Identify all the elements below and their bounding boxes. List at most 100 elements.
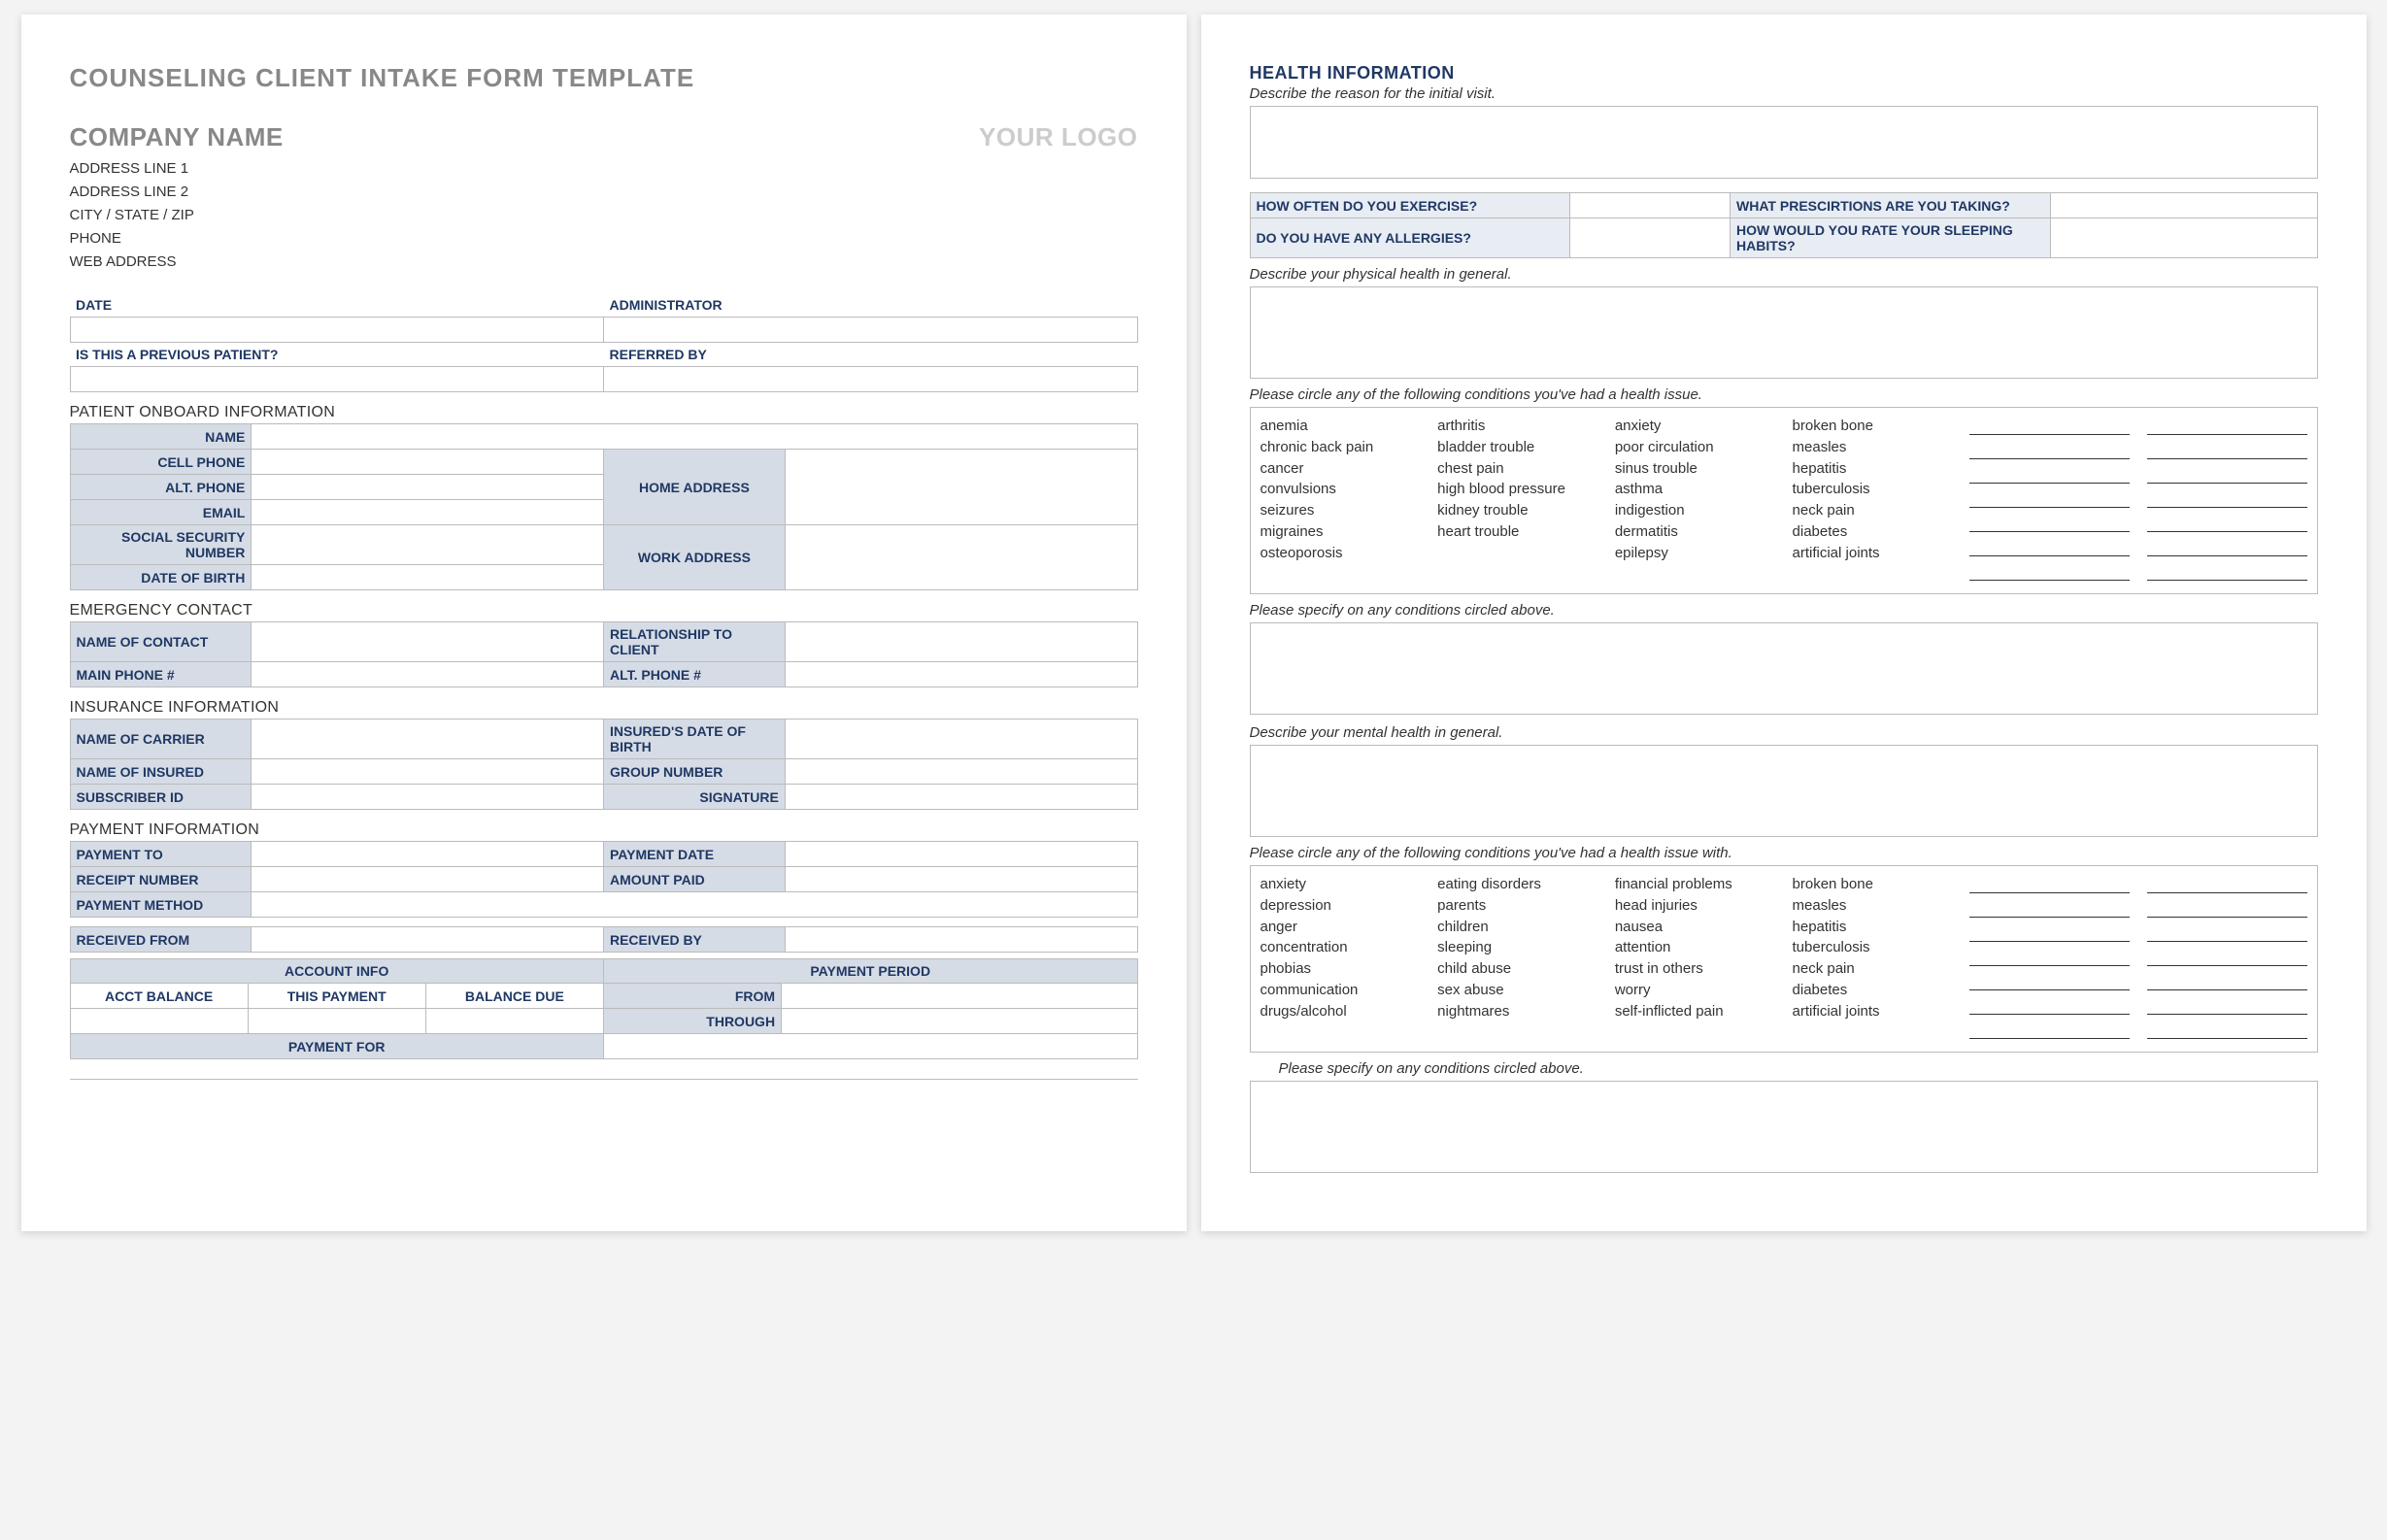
acct-info-label: ACCOUNT INFO bbox=[70, 959, 603, 984]
condition-item: dermatitis bbox=[1615, 521, 1775, 543]
dob-input[interactable] bbox=[252, 565, 604, 590]
condition-item: osteoporosis bbox=[1261, 543, 1421, 564]
pay-for-label: PAYMENT FOR bbox=[70, 1034, 603, 1059]
ment-desc-input[interactable] bbox=[1250, 745, 2318, 837]
home-addr-input[interactable] bbox=[785, 450, 1137, 525]
ins-sub-input[interactable] bbox=[252, 785, 604, 810]
ment-circle-label: Please circle any of the following condi… bbox=[1250, 845, 2318, 861]
condition-item: high blood pressure bbox=[1437, 479, 1597, 500]
ment-col-2: eating disordersparentschildrensleepingc… bbox=[1437, 874, 1597, 1044]
q-presc-label: WHAT PRESCIRTIONS ARE YOU TAKING? bbox=[1731, 193, 2051, 218]
receipt-label: RECEIPT NUMBER bbox=[70, 867, 252, 892]
work-addr-input[interactable] bbox=[785, 525, 1137, 590]
alt-input[interactable] bbox=[252, 475, 604, 500]
email-label: EMAIL bbox=[70, 500, 252, 525]
receipt-input[interactable] bbox=[252, 867, 604, 892]
ment-col-4: broken bonemeasleshepatitistuberculosisn… bbox=[1793, 874, 1953, 1044]
date-input[interactable] bbox=[70, 318, 604, 343]
em-main-input[interactable] bbox=[252, 662, 604, 687]
ment-blank-lines-1[interactable] bbox=[1969, 874, 2130, 1044]
condition-item: tuberculosis bbox=[1793, 479, 1953, 500]
prev-patient-input[interactable] bbox=[70, 367, 604, 392]
ssn-label: SOCIAL SECURITY NUMBER bbox=[70, 525, 252, 565]
q-exercise-input[interactable] bbox=[1570, 193, 1731, 218]
method-input[interactable] bbox=[252, 892, 1137, 918]
ment-conditions-box: anxietydepressionangerconcentrationphobi… bbox=[1250, 865, 2318, 1053]
condition-item: neck pain bbox=[1793, 500, 1953, 521]
ins-sig-input[interactable] bbox=[785, 785, 1137, 810]
recv-from-label: RECEIVED FROM bbox=[70, 927, 252, 953]
admin-label: ADMINISTRATOR bbox=[604, 293, 1138, 318]
q-allerg-input[interactable] bbox=[1570, 218, 1731, 258]
email-input[interactable] bbox=[252, 500, 604, 525]
ment-spec-input[interactable] bbox=[1250, 1081, 2318, 1173]
em-name-label: NAME OF CONTACT bbox=[70, 622, 252, 662]
ins-group-input[interactable] bbox=[785, 759, 1137, 785]
from-input[interactable] bbox=[782, 984, 1137, 1009]
em-alt-input[interactable] bbox=[785, 662, 1137, 687]
cell-input[interactable] bbox=[252, 450, 604, 475]
ment-blank-lines-2[interactable] bbox=[2147, 874, 2307, 1044]
condition-item: poor circulation bbox=[1615, 437, 1775, 458]
condition-item: chest pain bbox=[1437, 458, 1597, 480]
amount-input[interactable] bbox=[785, 867, 1137, 892]
referred-by-input[interactable] bbox=[604, 367, 1138, 392]
bal-due-input[interactable] bbox=[425, 1009, 603, 1034]
ins-insured-input[interactable] bbox=[252, 759, 604, 785]
condition-item: worry bbox=[1615, 980, 1775, 1001]
em-name-input[interactable] bbox=[252, 622, 604, 662]
q-sleep-input[interactable] bbox=[2050, 218, 2317, 258]
condition-item: nightmares bbox=[1437, 1001, 1597, 1022]
reason-input[interactable] bbox=[1250, 106, 2318, 179]
condition-item: heart trouble bbox=[1437, 521, 1597, 543]
condition-item: broken bone bbox=[1793, 416, 1953, 437]
admin-input[interactable] bbox=[604, 318, 1138, 343]
recv-by-input[interactable] bbox=[785, 927, 1137, 953]
em-rel-input[interactable] bbox=[785, 622, 1137, 662]
em-alt-label: ALT. PHONE # bbox=[603, 662, 785, 687]
condition-item: neck pain bbox=[1793, 958, 1953, 980]
pay-to-input[interactable] bbox=[252, 842, 604, 867]
through-input[interactable] bbox=[782, 1009, 1137, 1034]
phys-circle-label: Please circle any of the following condi… bbox=[1250, 386, 2318, 403]
condition-item: asthma bbox=[1615, 479, 1775, 500]
condition-item: drugs/alcohol bbox=[1261, 1001, 1421, 1022]
phys-col-4: broken bonemeasleshepatitistuberculosisn… bbox=[1793, 416, 1953, 586]
condition-item: measles bbox=[1793, 437, 1953, 458]
condition-item: diabetes bbox=[1793, 980, 1953, 1001]
pay-for-input[interactable] bbox=[603, 1034, 1137, 1059]
this-pay-input[interactable] bbox=[248, 1009, 425, 1034]
condition-item: anger bbox=[1261, 917, 1421, 938]
phys-desc-input[interactable] bbox=[1250, 286, 2318, 379]
condition-item: sinus trouble bbox=[1615, 458, 1775, 480]
phys-conditions-box: anemiachronic back paincancerconvulsions… bbox=[1250, 407, 2318, 594]
condition-item: communication bbox=[1261, 980, 1421, 1001]
pay-date-input[interactable] bbox=[785, 842, 1137, 867]
pay-date-label: PAYMENT DATE bbox=[603, 842, 785, 867]
condition-item: chronic back pain bbox=[1261, 437, 1421, 458]
phys-blank-lines-2[interactable] bbox=[2147, 416, 2307, 586]
ins-dob-input[interactable] bbox=[785, 720, 1137, 759]
condition-item: arthritis bbox=[1437, 416, 1597, 437]
condition-item: broken bone bbox=[1793, 874, 1953, 895]
this-pay-label: THIS PAYMENT bbox=[248, 984, 425, 1009]
condition-item: anemia bbox=[1261, 416, 1421, 437]
phys-col-1: anemiachronic back paincancerconvulsions… bbox=[1261, 416, 1421, 586]
q-presc-input[interactable] bbox=[2050, 193, 2317, 218]
phys-blank-lines-1[interactable] bbox=[1969, 416, 2130, 586]
name-input[interactable] bbox=[252, 424, 1137, 450]
ment-desc-label: Describe your mental health in general. bbox=[1250, 724, 2318, 741]
condition-item: artificial joints bbox=[1793, 543, 1953, 564]
acct-bal-input[interactable] bbox=[70, 1009, 248, 1034]
ssn-input[interactable] bbox=[252, 525, 604, 565]
addr-line-1: ADDRESS LINE 1 bbox=[70, 157, 284, 181]
work-addr-label: WORK ADDRESS bbox=[603, 525, 785, 590]
condition-item: seizures bbox=[1261, 500, 1421, 521]
reason-label: Describe the reason for the initial visi… bbox=[1250, 85, 2318, 102]
condition-item: hepatitis bbox=[1793, 458, 1953, 480]
phys-spec-label: Please specify on any conditions circled… bbox=[1250, 602, 2318, 619]
recv-from-input[interactable] bbox=[252, 927, 604, 953]
ins-carrier-input[interactable] bbox=[252, 720, 604, 759]
phys-spec-input[interactable] bbox=[1250, 622, 2318, 715]
q-allerg-label: DO YOU HAVE ANY ALLERGIES? bbox=[1250, 218, 1570, 258]
